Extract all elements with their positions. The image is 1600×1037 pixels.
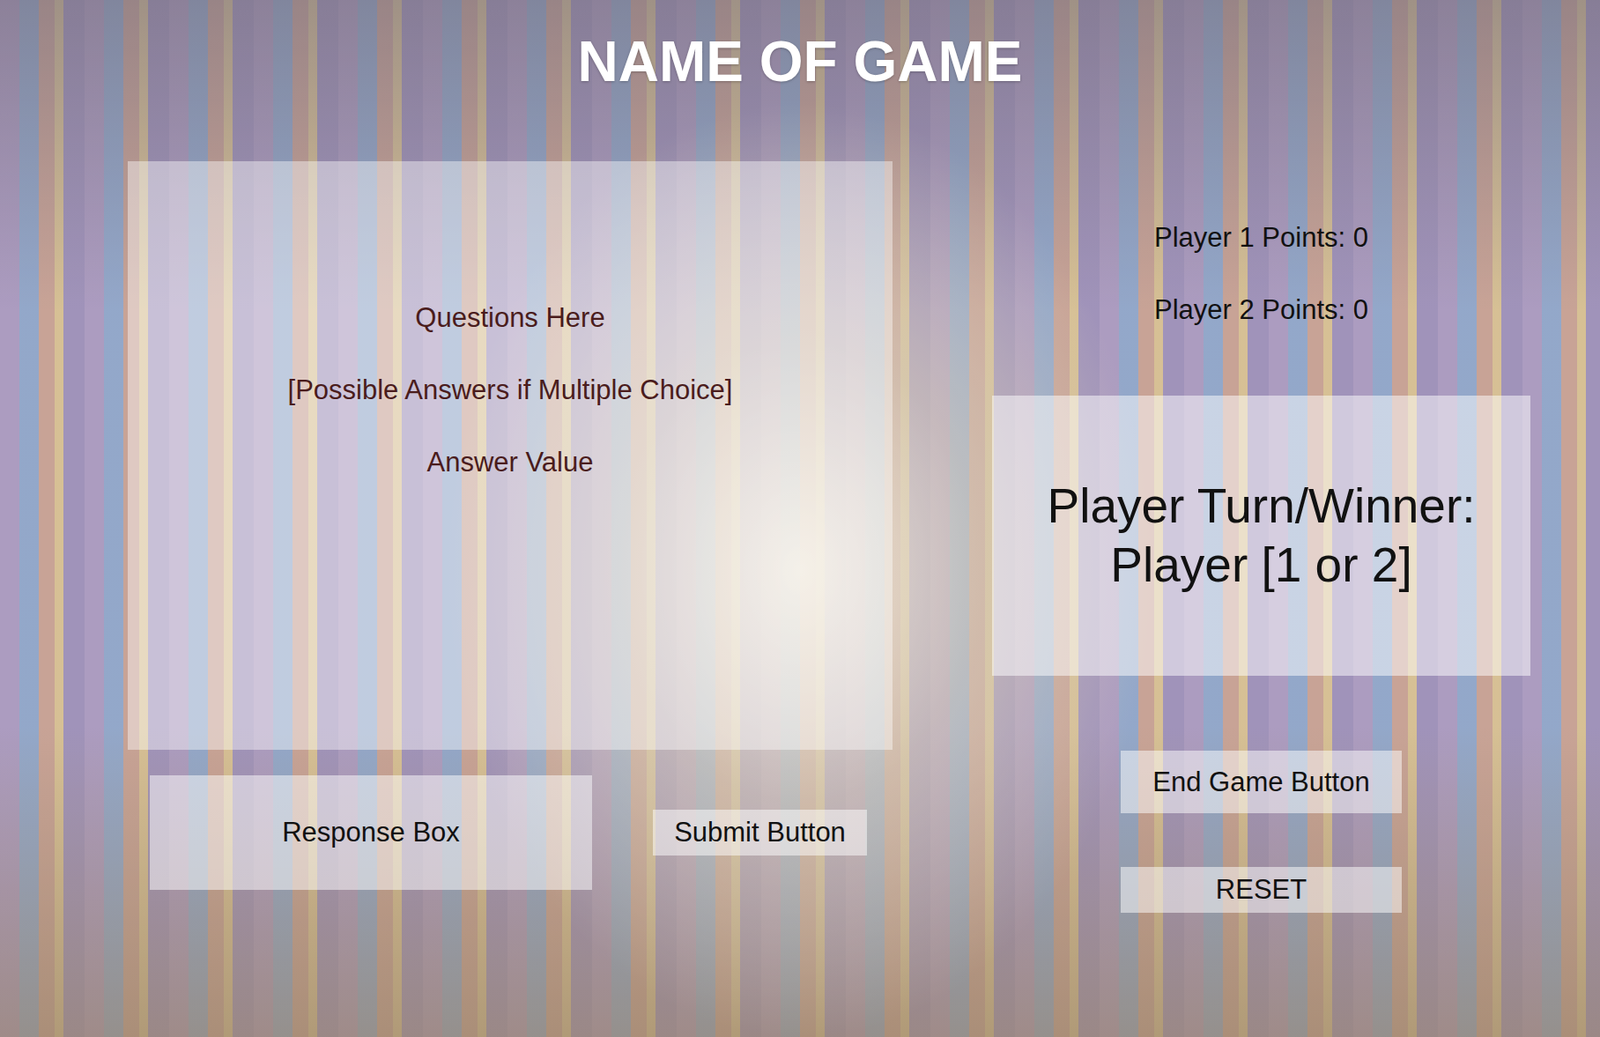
turn-panel: Player Turn/Winner:Player [1 or 2]: [992, 395, 1531, 676]
control-button[interactable]: End Game Button: [1120, 750, 1402, 814]
turn-text: Player [1 or 2]: [1110, 535, 1412, 595]
game-screen: NAME OF GAME Questions Here [Possible Answ…: [0, 0, 1600, 1037]
answer-row: Response Box Submit Button: [127, 775, 893, 890]
game-title: NAME OF GAME: [577, 26, 1023, 97]
answer-choices: [Possible Answers if Multiple Choice]: [288, 374, 734, 407]
score-list: Player 1 Points: 0 Player 2 Points: 0: [992, 161, 1531, 326]
answer-value: Answer Value: [427, 446, 594, 479]
question-text: Questions Here: [414, 302, 605, 334]
question-panel: Questions Here [Possible Answers if Multi…: [127, 161, 893, 750]
player-score: Player 2 Points: 0: [1154, 294, 1369, 326]
header: NAME OF GAME: [0, 0, 1600, 97]
control-button[interactable]: RESET: [1120, 866, 1402, 913]
game-body: Questions Here [Possible Answers if Multi…: [127, 161, 1600, 913]
submit-button[interactable]: Submit Button: [652, 809, 867, 856]
question-column: Questions Here [Possible Answers if Multi…: [127, 161, 893, 913]
game-controls: End Game Button RESET: [1120, 750, 1531, 913]
response-box[interactable]: Response Box: [149, 775, 593, 890]
turn-text: Player Turn/Winner:: [1046, 476, 1475, 536]
player-score: Player 1 Points: 0: [1154, 222, 1369, 254]
status-column: Player 1 Points: 0Player 2 Points: 0Play…: [992, 161, 1531, 913]
